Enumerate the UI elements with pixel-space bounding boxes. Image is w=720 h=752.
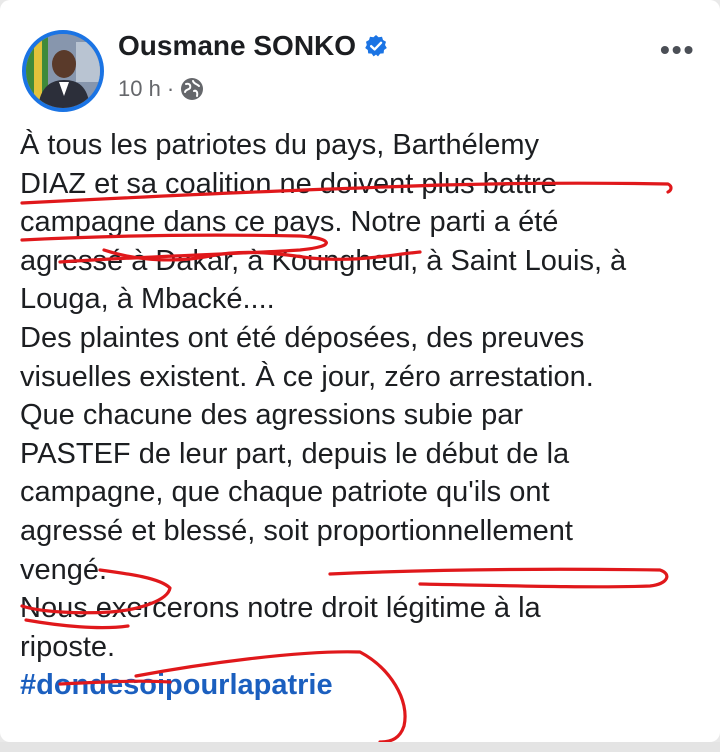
post-body: À tous les patriotes du pays, Barthélemy… — [20, 126, 700, 705]
post-line: DIAZ et sa coalition ne doivent plus bat… — [20, 167, 557, 200]
post-line: À tous les patriotes du pays, Barthélemy — [20, 129, 540, 161]
globe-icon[interactable] — [180, 77, 204, 101]
post-meta: 10 h · — [118, 76, 204, 102]
post-line: vengé. — [20, 553, 108, 586]
author-avatar[interactable] — [22, 30, 104, 112]
author-name[interactable]: Ousmane SONKO — [118, 30, 356, 62]
post-line: Des plaintes ont été déposées, des preuv… — [20, 321, 585, 354]
post-card: Ousmane SONKO 10 h · ••• À tous les patr… — [0, 0, 720, 742]
meta-separator: · — [166, 76, 175, 101]
post-line: riposte. — [20, 630, 116, 663]
post-line: PASTEF de leur part, depuis le début de … — [20, 437, 570, 470]
post-line: Que chacune des agressions subie par — [20, 399, 523, 432]
post-line: agressé et blessé, soit proportionnellem… — [20, 514, 573, 547]
post-line: campagne dans ce pays. Notre parti a été — [20, 206, 559, 239]
more-options-icon[interactable]: ••• — [660, 34, 695, 66]
page-background-strip — [0, 742, 720, 752]
post-header: Ousmane SONKO — [118, 30, 388, 62]
post-time[interactable]: 10 h — [118, 76, 161, 102]
verified-badge-icon — [365, 35, 387, 57]
hashtag-link[interactable]: #dondesoipourlapatrie — [20, 666, 700, 705]
post-line: agressé à Dakar, à Koungheul, à Saint Lo… — [20, 244, 627, 277]
post-line: campagne, que chaque patriote qu'ils ont — [20, 476, 550, 509]
post-line: Louga, à Mbacké.... — [20, 283, 275, 316]
avatar-photo — [26, 34, 100, 108]
post-line: Nous exercerons notre droit légitime à l… — [20, 592, 541, 625]
post-line: visuelles existent. À ce jour, zéro arre… — [20, 360, 594, 393]
